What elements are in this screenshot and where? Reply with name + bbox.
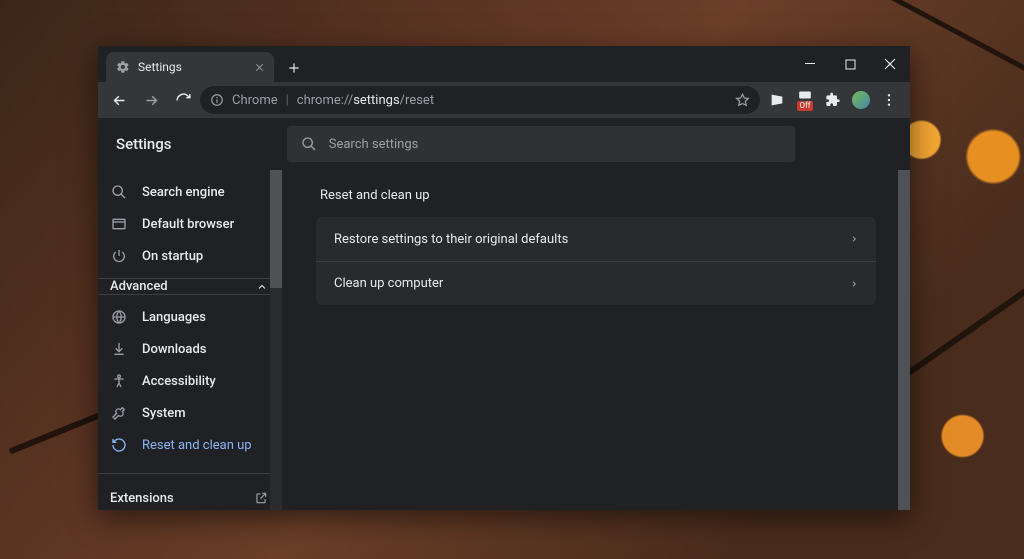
toolbar: Chrome | chrome://settings/reset Off xyxy=(98,82,910,118)
sidebar-item-label: Accessibility xyxy=(142,374,216,389)
gear-icon xyxy=(116,60,130,74)
sidebar-item-accessibility[interactable]: Accessibility xyxy=(98,365,282,397)
sidebar-item-label: Downloads xyxy=(142,342,206,357)
browser-menu-icon[interactable] xyxy=(878,89,900,111)
sidebar-advanced-toggle[interactable]: Advanced xyxy=(98,278,282,295)
globe-icon xyxy=(110,308,128,326)
settings-header: Settings xyxy=(98,118,910,170)
extension-2-icon[interactable]: Off xyxy=(794,89,816,111)
address-bar[interactable]: Chrome | chrome://settings/reset xyxy=(200,86,760,114)
sidebar-item-downloads[interactable]: Downloads xyxy=(98,333,282,365)
omnibox-security-label: Chrome xyxy=(232,93,278,108)
sidebar-item-label: Default browser xyxy=(142,217,234,232)
open-external-icon xyxy=(254,491,268,505)
sidebar-item-label: System xyxy=(142,406,186,421)
new-tab-button[interactable] xyxy=(280,54,308,82)
reload-button[interactable] xyxy=(168,85,198,115)
power-icon xyxy=(110,247,128,265)
sidebar-item-on-startup[interactable]: On startup xyxy=(98,240,282,272)
restore-icon xyxy=(110,436,128,454)
sidebar-item-label: Reset and clean up xyxy=(142,438,252,453)
wrench-icon xyxy=(110,404,128,422)
chevron-right-icon xyxy=(850,278,858,290)
sidebar-scroll-thumb[interactable] xyxy=(270,170,282,288)
close-tab-icon[interactable] xyxy=(252,60,266,74)
page-content: Settings Search engine Defaul xyxy=(98,118,910,510)
search-icon xyxy=(301,136,317,152)
tab-strip: Settings xyxy=(98,46,910,82)
settings-main: Reset and clean up Restore settings to t… xyxy=(282,170,910,510)
window-controls xyxy=(790,46,910,82)
extension-1-icon[interactable] xyxy=(766,89,788,111)
sidebar-item-default-browser[interactable]: Default browser xyxy=(98,208,282,240)
download-icon xyxy=(110,340,128,358)
settings-sidebar: Search engine Default browser On startup… xyxy=(98,170,282,510)
chevron-up-icon xyxy=(256,281,268,293)
sidebar-item-reset[interactable]: Reset and clean up xyxy=(98,429,282,461)
sidebar-item-extensions[interactable]: Extensions xyxy=(98,478,282,510)
extension-icons: Off xyxy=(762,89,904,111)
bookmark-star-icon[interactable] xyxy=(735,93,750,108)
sidebar-item-languages[interactable]: Languages xyxy=(98,301,282,333)
row-restore-defaults[interactable]: Restore settings to their original defau… xyxy=(316,217,876,261)
chevron-right-icon xyxy=(850,233,858,245)
row-label: Restore settings to their original defau… xyxy=(334,232,568,247)
profile-avatar[interactable] xyxy=(850,89,872,111)
settings-search-input[interactable] xyxy=(329,137,781,152)
search-icon xyxy=(110,183,128,201)
extension-off-badge: Off xyxy=(797,101,812,111)
accessibility-icon xyxy=(110,372,128,390)
settings-title: Settings xyxy=(116,135,172,153)
browser-icon xyxy=(110,215,128,233)
browser-window: Settings Chrome | chrome://settings/rese… xyxy=(98,46,910,510)
row-label: Clean up computer xyxy=(334,276,443,291)
sidebar-item-search-engine[interactable]: Search engine xyxy=(98,176,282,208)
site-info-icon[interactable] xyxy=(210,93,224,107)
tab-settings[interactable]: Settings xyxy=(106,52,274,82)
tab-title: Settings xyxy=(138,60,182,74)
sidebar-item-system[interactable]: System xyxy=(98,397,282,429)
close-window-button[interactable] xyxy=(870,46,910,82)
forward-button[interactable] xyxy=(136,85,166,115)
sidebar-item-label: Extensions xyxy=(110,491,174,506)
row-clean-up[interactable]: Clean up computer xyxy=(316,261,876,305)
minimize-button[interactable] xyxy=(790,46,830,82)
settings-card: Restore settings to their original defau… xyxy=(316,217,876,305)
sidebar-item-label: On startup xyxy=(142,249,203,264)
sidebar-item-label: Search engine xyxy=(142,185,225,200)
sidebar-advanced-label: Advanced xyxy=(110,279,168,294)
maximize-button[interactable] xyxy=(830,46,870,82)
back-button[interactable] xyxy=(104,85,134,115)
settings-search[interactable] xyxy=(287,126,795,162)
extensions-puzzle-icon[interactable] xyxy=(822,89,844,111)
omnibox-url: chrome://settings/reset xyxy=(297,93,434,108)
sidebar-item-label: Languages xyxy=(142,310,206,325)
section-title: Reset and clean up xyxy=(320,188,876,203)
main-scroll-thumb[interactable] xyxy=(898,170,910,510)
